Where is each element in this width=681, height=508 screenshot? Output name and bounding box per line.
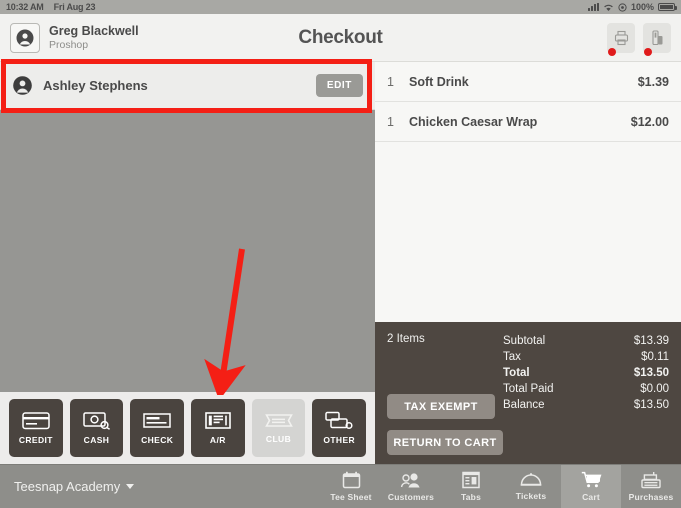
nav-item-purchases[interactable]: Purchases (621, 465, 681, 508)
payment-work-area (0, 110, 375, 392)
nav-label-customers: Customers (387, 492, 435, 502)
check-icon (143, 411, 171, 430)
ledger-icon (205, 411, 231, 430)
food-dome-icon (520, 472, 542, 488)
other-payment-icon (325, 411, 353, 430)
location-icon (618, 2, 627, 12)
cash-register-icon (641, 471, 661, 489)
totals-row-tax: Tax $0.11 (503, 349, 669, 365)
totals-label-balance: Balance (503, 399, 545, 411)
current-user[interactable]: Greg Blackwell Proshop (10, 22, 139, 53)
user-role: Proshop (49, 38, 89, 51)
totals-list: Subtotal $13.39 Tax $0.11 Total $13.50 T… (503, 333, 669, 413)
nav-label-cart: Cart (582, 492, 600, 502)
checkout-screen: 10:32 AM Fri Aug 23 100% Greg Blackwell … (0, 0, 681, 508)
battery-percent-label: 100% (630, 2, 654, 12)
credit-card-icon (22, 411, 50, 430)
nav-item-tee-sheet[interactable]: Tee Sheet (321, 465, 381, 508)
totals-row-balance: Balance $13.50 (503, 397, 669, 413)
status-bar-right-group: 100% (587, 2, 677, 12)
customer-avatar-icon (12, 75, 33, 96)
nav-label-tee-sheet: Tee Sheet (330, 492, 372, 502)
status-bar-time: 10:32 AM (6, 2, 44, 12)
cart-item-price: $12.00 (630, 114, 669, 129)
nav-label-purchases: Purchases (628, 492, 674, 502)
app-header: Greg Blackwell Proshop Checkout (0, 14, 681, 62)
payment-button-check[interactable]: CHECK (130, 399, 185, 457)
totals-label-total-paid: Total Paid (503, 383, 554, 395)
shopping-cart-icon (581, 471, 602, 489)
totals-panel: 2 Items Subtotal $13.39 Tax $0.11 Total … (375, 322, 681, 464)
totals-value-total: $13.50 (633, 367, 669, 379)
totals-value-subtotal: $13.39 (633, 335, 669, 347)
nav-item-cart[interactable]: Cart (561, 464, 621, 508)
cart-item-name: Soft Drink (409, 74, 469, 89)
wifi-icon (603, 3, 614, 12)
printer-status-button[interactable] (607, 22, 635, 56)
totals-label-subtotal: Subtotal (503, 335, 546, 347)
cart-item-qty: 1 (387, 114, 394, 129)
customer-identity: Ashley Stephens (12, 75, 148, 96)
return-to-cart-button[interactable]: RETURN TO CART (387, 430, 503, 455)
payment-label-club: CLUB (265, 434, 292, 444)
totals-row-total-paid: Total Paid $0.00 (503, 381, 669, 397)
table-row[interactable]: 1 Soft Drink $1.39 (375, 62, 681, 102)
totals-label-total: Total (503, 367, 530, 379)
cash-icon (82, 411, 111, 430)
user-avatar-icon (10, 22, 40, 53)
tax-exempt-button[interactable]: TAX EXEMPT (387, 394, 495, 419)
cart-item-price: $1.39 (637, 74, 669, 89)
ios-status-bar: 10:32 AM Fri Aug 23 100% (0, 0, 681, 14)
table-row[interactable]: 1 Chicken Caesar Wrap $12.00 (375, 102, 681, 142)
status-bar-date: Fri Aug 23 (53, 2, 96, 12)
course-name: Teesnap Academy (14, 479, 121, 494)
nav-item-tickets[interactable]: Tickets (501, 465, 561, 508)
totals-label-tax: Tax (503, 351, 521, 363)
totals-value-balance: $13.50 (633, 399, 669, 411)
cart-panel: 1 Soft Drink $1.39 1 Chicken Caesar Wrap… (375, 62, 681, 464)
ticket-icon (264, 412, 293, 429)
payment-label-cash: CASH (83, 435, 110, 445)
customer-name: Ashley Stephens (43, 78, 148, 93)
cart-item-name: Chicken Caesar Wrap (409, 114, 538, 129)
cart-item-list: 1 Soft Drink $1.39 1 Chicken Caesar Wrap… (375, 62, 681, 322)
bottom-bar: Teesnap Academy Tee Sheet Customers Tabs… (0, 464, 681, 508)
course-selector[interactable]: Teesnap Academy (0, 479, 135, 494)
nav-label-tabs: Tabs (460, 492, 481, 502)
user-name-block: Greg Blackwell Proshop (49, 24, 139, 50)
calendar-icon (342, 471, 361, 489)
payment-button-club: CLUB (251, 399, 306, 457)
cart-item-qty: 1 (387, 74, 394, 89)
battery-icon (658, 3, 677, 11)
nav-label-tickets: Tickets (515, 491, 547, 501)
totals-value-tax: $0.11 (641, 351, 669, 363)
nav-item-customers[interactable]: Customers (381, 465, 441, 508)
payment-button-cash[interactable]: CASH (69, 399, 124, 457)
payment-button-ar[interactable]: A/R (191, 399, 245, 457)
bottom-nav: Tee Sheet Customers Tabs Tickets Cart Pu… (321, 464, 681, 508)
signal-bars-icon (587, 3, 599, 11)
totals-row-subtotal: Subtotal $13.39 (503, 333, 669, 349)
customer-bar[interactable]: Ashley Stephens EDIT (0, 62, 375, 110)
totals-row-total: Total $13.50 (503, 365, 669, 381)
payment-label-ar: A/R (209, 435, 226, 445)
payment-label-other: OTHER (323, 435, 356, 445)
printer-status-dot (608, 47, 616, 56)
people-icon (400, 471, 422, 489)
card-reader-status-button[interactable] (643, 22, 671, 56)
totals-value-total-paid: $0.00 (640, 383, 669, 395)
payment-button-other[interactable]: OTHER (312, 399, 367, 457)
payment-method-row: CREDIT CASH CHECK A/R CLUB OTHER (0, 392, 375, 464)
chevron-down-icon (126, 484, 135, 489)
header-action-group (607, 22, 671, 56)
tabs-grid-icon (462, 471, 480, 489)
edit-customer-button[interactable]: EDIT (315, 74, 363, 97)
payment-label-credit: CREDIT (18, 435, 53, 445)
nav-item-tabs[interactable]: Tabs (441, 465, 501, 508)
card-reader-status-dot (644, 47, 652, 56)
payment-button-credit[interactable]: CREDIT (9, 399, 63, 457)
payment-label-check: CHECK (141, 435, 174, 445)
user-name: Greg Blackwell (49, 24, 139, 39)
